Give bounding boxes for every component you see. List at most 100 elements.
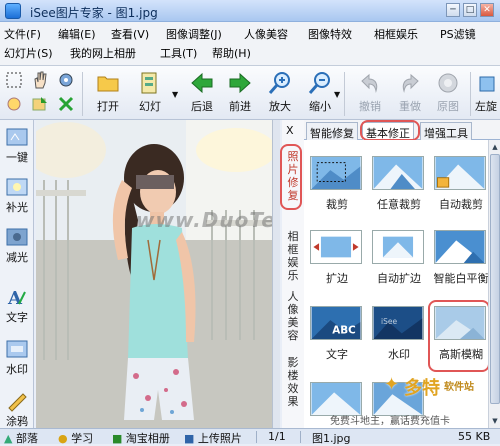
lightbulb-icon: ●: [58, 432, 68, 445]
scrollbar-thumb[interactable]: [490, 154, 500, 404]
watermark-effect-button[interactable]: iSee 水印: [368, 296, 430, 362]
one-click-button[interactable]: 一键: [0, 122, 34, 165]
people-icon: ▲: [4, 432, 13, 445]
taobao-album-label: 淘宝相册: [125, 432, 170, 445]
menu-tools[interactable]: 工具(T): [160, 45, 197, 61]
maximize-button[interactable]: □: [463, 3, 477, 17]
status-bar: ▲ 部落 ● 学习 ■ 淘宝相册 ■ 上传照片 1/1 图1.jpg 55 KB: [0, 428, 500, 445]
fill-light-button[interactable]: 补光: [0, 172, 34, 215]
left-toolbar: 一键 补光 减光 A 文字 水印 涂鸦: [0, 120, 34, 428]
slideshow-button[interactable]: 幻灯: [130, 69, 170, 117]
tab-frames[interactable]: 相框娱乐: [284, 230, 302, 282]
tab-smart-repair[interactable]: 智能修复: [306, 122, 358, 140]
white-balance-label: 智能白平衡: [433, 272, 489, 285]
badge-sub: 软件站: [444, 382, 474, 393]
photo-canvas[interactable]: www.DuoTe.com: [36, 120, 272, 428]
open-button[interactable]: 打开: [88, 69, 128, 117]
export-icon[interactable]: [30, 94, 50, 114]
badge-icon: ✦: [384, 374, 400, 395]
white-balance-button[interactable]: 智能白平衡: [430, 220, 488, 286]
expand-border-button[interactable]: 扩边: [306, 220, 368, 286]
watermark-button[interactable]: 水印: [0, 334, 34, 377]
highlight-ring: [360, 120, 420, 141]
menu-image-adjust[interactable]: 图像调整(J): [166, 26, 222, 42]
expand-border-thumb: [310, 230, 362, 264]
zoom-in-button[interactable]: 放大: [260, 69, 300, 117]
minimize-button[interactable]: ─: [446, 3, 460, 17]
rotate-left-button[interactable]: 左旋: [472, 69, 500, 117]
panel-splitter[interactable]: [272, 120, 280, 428]
menu-help[interactable]: 帮助(H): [212, 45, 251, 61]
app-icon: [5, 3, 21, 19]
slideshow-dropdown-icon[interactable]: ▼: [172, 90, 178, 99]
slideshow-icon: [141, 72, 157, 94]
expand-border-label: 扩边: [326, 272, 348, 285]
promo-text[interactable]: 免费斗地主，赢话费充值卡: [330, 412, 450, 427]
rotate-left-icon: [479, 76, 495, 92]
open-label: 打开: [97, 100, 119, 113]
menu-online-album[interactable]: 我的网上相册: [70, 45, 136, 61]
menu-file[interactable]: 文件(F): [4, 26, 41, 42]
auto-expand-thumb: [372, 230, 424, 264]
watermark-text: www.DuoTe.com: [136, 208, 272, 232]
face-blur: [136, 175, 174, 189]
delete-icon[interactable]: [56, 94, 76, 114]
menu-view[interactable]: 查看(V): [111, 26, 149, 42]
crop-label: 裁剪: [326, 198, 348, 211]
settings-icon[interactable]: [56, 70, 76, 90]
text-effect-label: 文字: [326, 348, 348, 361]
site-badge: ✦ 多特 软件站: [384, 374, 496, 410]
menu-bar: 文件(F) 编辑(E) 查看(V) 图像调整(J) 人像美容 图像特效 相框娱乐…: [0, 22, 500, 66]
auto-crop-thumb: [434, 156, 486, 190]
menu-edit[interactable]: 编辑(E): [58, 26, 96, 42]
back-label: 后退: [191, 100, 213, 113]
close-panel-button[interactable]: X: [286, 124, 294, 137]
watermark-effect-label: 水印: [388, 348, 410, 361]
photo-image: [36, 120, 272, 428]
original-image-icon: [438, 73, 458, 93]
text-tool-button[interactable]: A 文字: [0, 282, 34, 325]
back-button[interactable]: 后退: [182, 69, 222, 117]
menu-ps-filter[interactable]: PS滤镜: [440, 26, 476, 42]
free-crop-button[interactable]: 任意裁剪: [368, 146, 430, 212]
menu-slideshow[interactable]: 幻灯片(S): [4, 45, 53, 61]
doodle-button[interactable]: 涂鸦: [0, 386, 34, 429]
hand-icon[interactable]: [30, 70, 50, 90]
badge-brand: 多特: [404, 378, 440, 399]
tab-studio-effects[interactable]: 影楼效果: [284, 356, 302, 408]
redo-icon: [402, 73, 419, 93]
text-effect-button[interactable]: ABC 文字: [306, 296, 368, 362]
album-icon: ■: [112, 432, 123, 445]
zoom-in-icon: [268, 72, 290, 94]
tab-portrait[interactable]: 人像美容: [284, 290, 302, 342]
highlight-ring: [428, 300, 490, 372]
menu-portrait[interactable]: 人像美容: [244, 26, 288, 42]
reduce-light-button[interactable]: 减光: [0, 222, 34, 265]
highlight-ring: [280, 144, 302, 210]
zoom-out-label: 缩小: [309, 100, 331, 113]
undo-button[interactable]: 撤销: [350, 69, 390, 117]
close-button[interactable]: ✕: [480, 3, 494, 17]
original-button[interactable]: 原图: [428, 69, 468, 117]
auto-expand-button[interactable]: 自动扩边: [368, 220, 430, 286]
rotate-icon[interactable]: [4, 94, 24, 114]
text-tool-label: 文字: [6, 311, 28, 324]
fill-light-icon: [6, 178, 28, 196]
scroll-up-icon[interactable]: ▲: [490, 142, 500, 152]
toolbar: 打开 幻灯 ▼ 后退 前进 放大 缩小 ▼ 撤销 重做 原图 左旋: [0, 66, 500, 120]
watermark-effect-thumb: iSee: [372, 306, 424, 340]
select-icon[interactable]: [4, 70, 24, 90]
watermark-sample-text: iSee: [381, 317, 397, 326]
undo-label: 撤销: [359, 100, 381, 113]
tab-enhance-tools[interactable]: 增强工具: [420, 122, 472, 140]
auto-crop-button[interactable]: 自动裁剪: [430, 146, 488, 212]
menu-frames[interactable]: 相框娱乐: [374, 26, 418, 42]
zoom-dropdown-icon[interactable]: ▼: [334, 90, 340, 99]
redo-button[interactable]: 重做: [390, 69, 430, 117]
auto-crop-label: 自动裁剪: [439, 198, 483, 211]
crop-button[interactable]: 裁剪: [306, 146, 368, 212]
scroll-down-icon[interactable]: ▼: [490, 416, 500, 426]
menu-effects[interactable]: 图像特效: [308, 26, 352, 42]
tribe-label: 部落: [15, 432, 38, 445]
forward-button[interactable]: 前进: [220, 69, 260, 117]
